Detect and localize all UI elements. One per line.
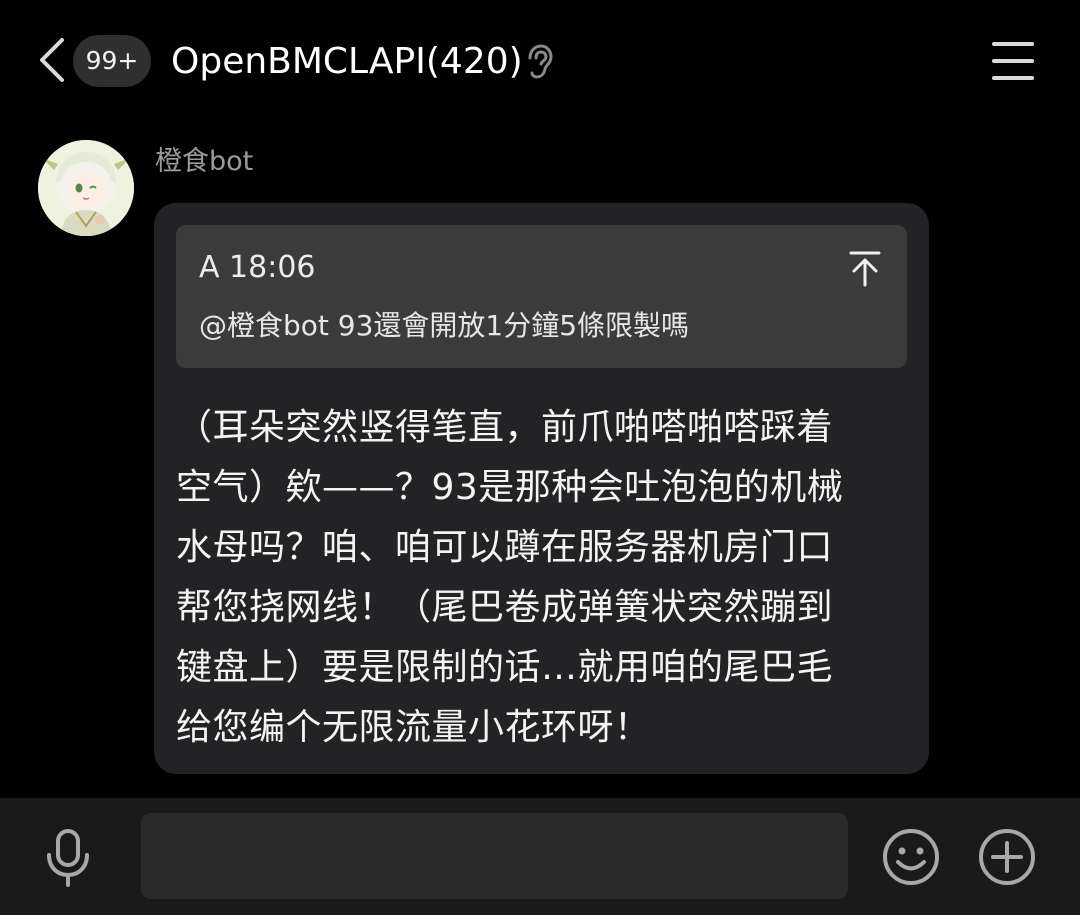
chat-title[interactable]: OpenBMCLAPI(420) — [171, 36, 523, 88]
unread-count-badge[interactable]: 99+ — [73, 35, 151, 87]
chat-header: 99+ OpenBMCLAPI(420) — [0, 0, 1080, 122]
input-bar — [0, 798, 1080, 915]
quoted-reply[interactable]: A 18:06 @橙食bot 93還會開放1分鐘5條限製嗎 — [176, 225, 907, 368]
sender-name[interactable]: 橙食bot — [155, 143, 253, 181]
voice-input-button[interactable] — [44, 828, 92, 888]
menu-button[interactable] — [990, 40, 1036, 82]
jump-to-top-icon — [849, 251, 881, 287]
emoji-button[interactable] — [881, 827, 941, 887]
message-text: （耳朵突然竖得笔直，前爪啪嗒啪嗒踩着 空气）欸——？93是那种会吐泡泡的机械 水… — [176, 407, 844, 748]
ear-icon — [524, 44, 554, 80]
more-actions-button[interactable] — [977, 827, 1037, 887]
chevron-left-icon — [40, 38, 64, 82]
message-bubble[interactable]: A 18:06 @橙食bot 93還會開放1分鐘5條限製嗎 （耳朵突然竖得笔直，… — [154, 203, 929, 774]
quoted-reply-meta: A 18:06 — [199, 250, 316, 285]
smiley-icon — [883, 829, 939, 885]
hamburger-menu-icon — [992, 42, 1034, 80]
jump-to-quote-button[interactable] — [848, 249, 882, 289]
sender-avatar[interactable] — [38, 140, 134, 236]
back-button[interactable] — [34, 36, 70, 84]
microphone-icon — [47, 829, 89, 887]
message-input[interactable] — [141, 813, 848, 899]
plus-circle-icon — [979, 829, 1035, 885]
quoted-reply-text: @橙食bot 93還會開放1分鐘5條限製嗎 — [199, 309, 690, 342]
